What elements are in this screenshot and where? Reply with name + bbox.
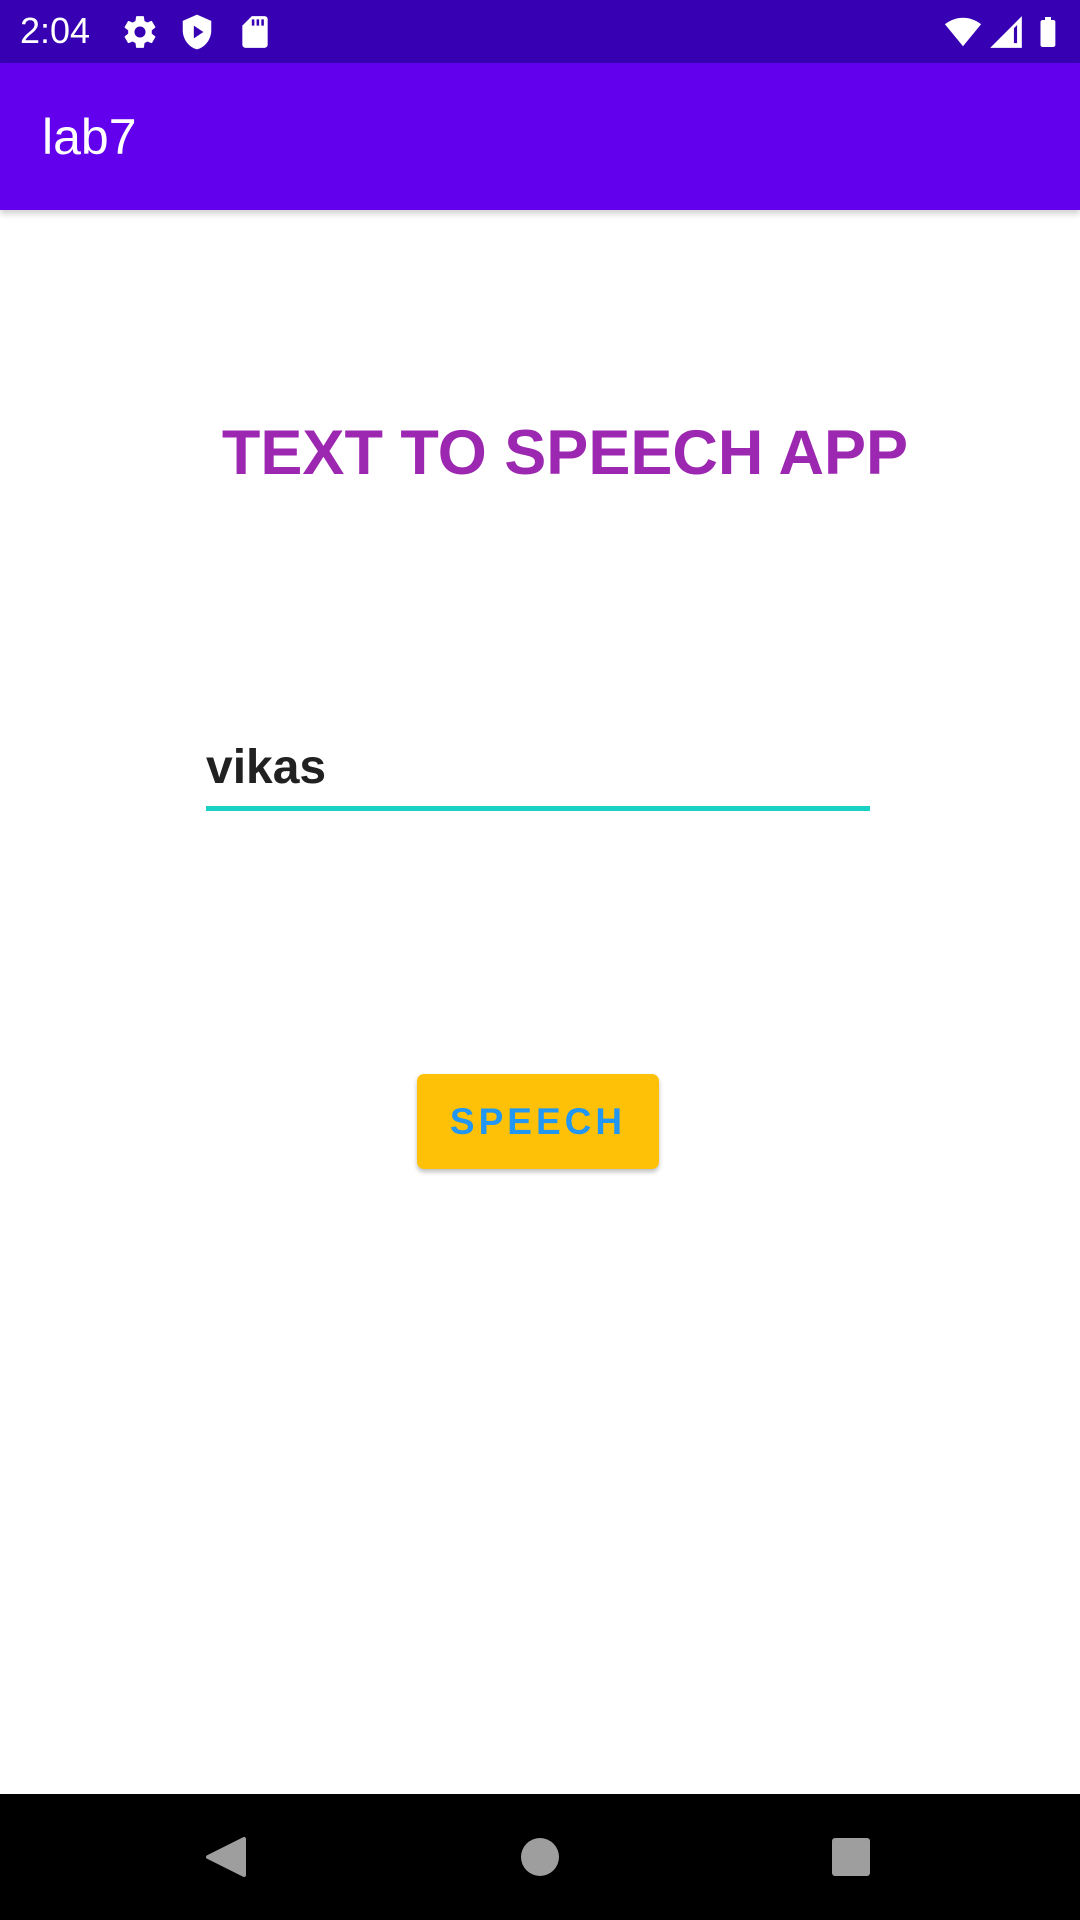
battery-icon <box>1030 13 1066 51</box>
shield-play-icon <box>178 13 216 51</box>
app-bar: lab7 <box>0 63 1080 210</box>
sd-card-icon <box>236 13 274 51</box>
wifi-icon <box>944 13 982 51</box>
back-icon[interactable] <box>196 1827 256 1887</box>
text-input[interactable] <box>206 730 870 804</box>
page-heading: TEXT TO SPEECH APP <box>221 418 909 488</box>
speech-button[interactable]: SPEECH <box>417 1074 659 1169</box>
app-title: lab7 <box>42 109 137 165</box>
status-time: 2:04 <box>20 10 91 51</box>
input-underline <box>206 806 870 811</box>
recents-icon[interactable] <box>821 1827 881 1887</box>
gear-icon <box>121 13 159 51</box>
home-icon[interactable] <box>510 1827 570 1887</box>
status-bar: 2:04 <box>0 0 1080 63</box>
signal-icon <box>987 13 1025 51</box>
navigation-bar <box>0 1794 1080 1920</box>
screen: 2:04 lab7 TEXT TO SPEECH APP SPEECH <box>0 0 1080 1920</box>
text-input-container <box>206 730 870 812</box>
